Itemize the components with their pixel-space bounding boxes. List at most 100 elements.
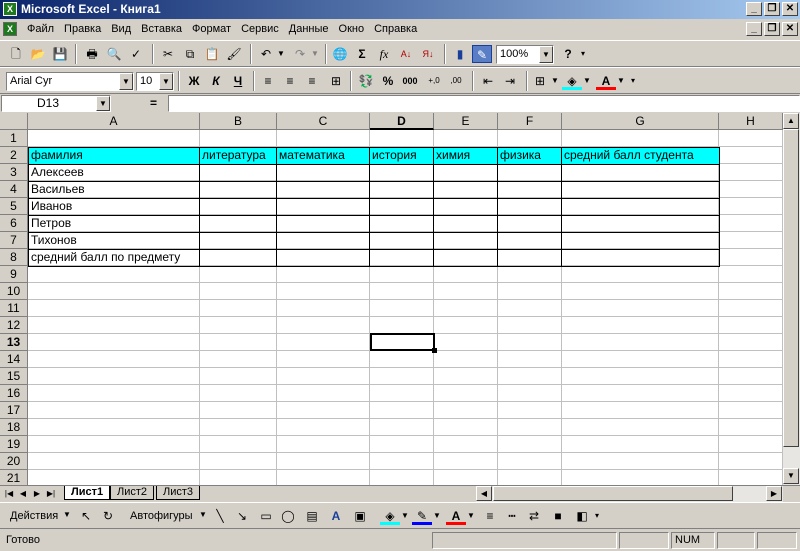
rectangle-icon[interactable]: ▭ bbox=[256, 507, 276, 525]
undo-dropdown-icon[interactable]: ▼ bbox=[276, 45, 286, 63]
fill-color-dropdown-icon[interactable]: ▼ bbox=[582, 72, 592, 90]
spelling-icon[interactable]: ✓ bbox=[126, 45, 146, 63]
row-header[interactable]: 17 bbox=[0, 402, 28, 419]
free-rotate-icon[interactable]: ↻ bbox=[98, 507, 118, 525]
formula-equals-icon[interactable]: = bbox=[150, 96, 157, 110]
restore-button[interactable]: ❐ bbox=[764, 2, 780, 16]
hyperlink-icon[interactable]: 🌐 bbox=[330, 45, 350, 63]
column-header-a[interactable]: A bbox=[28, 113, 200, 130]
zoom-dropdown-icon[interactable]: ▼ bbox=[539, 46, 553, 63]
italic-button[interactable]: К bbox=[206, 72, 226, 90]
row-header[interactable]: 4 bbox=[0, 181, 28, 198]
name-box[interactable]: D13 ▼ bbox=[1, 95, 111, 112]
borders-icon[interactable]: ⊞ bbox=[530, 72, 550, 90]
row-header[interactable]: 9 bbox=[0, 266, 28, 283]
cell-a6[interactable]: Петров bbox=[29, 215, 199, 232]
minimize-button[interactable]: _ bbox=[746, 2, 762, 16]
draw-font-color-icon[interactable]: A bbox=[446, 507, 466, 525]
close-button[interactable]: ✕ bbox=[782, 2, 798, 16]
align-center-icon[interactable]: ≡ bbox=[280, 72, 300, 90]
menu-insert[interactable]: Вставка bbox=[136, 23, 187, 35]
undo-icon[interactable]: ↶ bbox=[256, 45, 276, 63]
font-color-dropdown-icon[interactable]: ▼ bbox=[616, 72, 626, 90]
row-header[interactable]: 6 bbox=[0, 215, 28, 232]
zoom-select[interactable]: 100% ▼ bbox=[496, 45, 554, 64]
row-header[interactable]: 15 bbox=[0, 368, 28, 385]
cell-a7[interactable]: Тихонов bbox=[29, 232, 199, 249]
align-left-icon[interactable]: ≡ bbox=[258, 72, 278, 90]
draw-options-icon[interactable]: ▾ bbox=[592, 507, 602, 525]
percent-button[interactable]: % bbox=[378, 72, 398, 90]
save-icon[interactable]: 💾 bbox=[50, 45, 70, 63]
first-sheet-icon[interactable]: |◀ bbox=[2, 486, 16, 501]
cell-a3[interactable]: Алексеев bbox=[29, 164, 199, 181]
autosum-icon[interactable]: Σ bbox=[352, 45, 372, 63]
cell-a8[interactable]: средний балл по предмету bbox=[29, 249, 199, 266]
format-painter-icon[interactable]: 🖌 bbox=[224, 45, 244, 63]
cut-icon[interactable]: ✂ bbox=[158, 45, 178, 63]
cell-a2[interactable]: фамилия bbox=[29, 147, 199, 164]
scroll-up-icon[interactable]: ▲ bbox=[783, 113, 799, 129]
open-icon[interactable]: 📂 bbox=[28, 45, 48, 63]
clipart-icon[interactable]: ▣ bbox=[350, 507, 370, 525]
redo-dropdown-icon[interactable]: ▼ bbox=[310, 45, 320, 63]
row-header[interactable]: 5 bbox=[0, 198, 28, 215]
next-sheet-icon[interactable]: ▶ bbox=[30, 486, 44, 501]
line-style-icon[interactable]: ≡ bbox=[480, 507, 500, 525]
textbox-icon[interactable]: ▤ bbox=[302, 507, 322, 525]
row-header[interactable]: 13 bbox=[0, 334, 28, 351]
menu-window[interactable]: Окно bbox=[334, 23, 370, 35]
row-header[interactable]: 7 bbox=[0, 232, 28, 249]
scroll-down-icon[interactable]: ▼ bbox=[783, 468, 799, 484]
column-header-d[interactable]: D bbox=[370, 113, 434, 130]
function-icon[interactable]: fx bbox=[374, 45, 394, 63]
copy-icon[interactable]: ⧉ bbox=[180, 45, 200, 63]
paste-icon[interactable]: 📋 bbox=[202, 45, 222, 63]
workbook-minimize-button[interactable]: _ bbox=[746, 22, 762, 36]
increase-indent-icon[interactable]: ⇥ bbox=[500, 72, 520, 90]
sort-descending-icon[interactable]: Я↓ bbox=[418, 45, 438, 63]
column-header-g[interactable]: G bbox=[562, 113, 719, 130]
cell-d2[interactable]: история bbox=[370, 147, 433, 164]
thousands-button[interactable]: 000 bbox=[400, 72, 420, 90]
increase-decimal-icon[interactable]: +,0 bbox=[424, 72, 444, 90]
active-cell-d13[interactable] bbox=[370, 333, 435, 351]
sheet-tab-3[interactable]: Лист3 bbox=[156, 486, 201, 500]
menu-tools[interactable]: Сервис bbox=[236, 23, 284, 35]
menu-file[interactable]: Файл bbox=[22, 23, 59, 35]
workbook-icon[interactable]: X bbox=[3, 22, 17, 36]
redo-icon[interactable]: ↷ bbox=[290, 45, 310, 63]
row-header[interactable]: 10 bbox=[0, 283, 28, 300]
line-color-icon[interactable]: ✎ bbox=[412, 507, 432, 525]
scroll-left-icon[interactable]: ◀ bbox=[476, 486, 492, 501]
vertical-scrollbar[interactable]: ▲ ▼ bbox=[783, 113, 800, 485]
new-icon[interactable]: 🗋 bbox=[6, 45, 26, 63]
arrow-icon[interactable]: ↘ bbox=[232, 507, 252, 525]
dash-style-icon[interactable]: ┅ bbox=[502, 507, 522, 525]
print-icon[interactable]: 🖶 bbox=[82, 45, 102, 63]
cell-b2[interactable]: литература bbox=[200, 147, 276, 164]
actions-menu[interactable]: Действия bbox=[10, 510, 58, 522]
column-header-h[interactable]: H bbox=[719, 113, 783, 130]
font-select[interactable]: Arial Cyr ▼ bbox=[6, 72, 134, 91]
row-header[interactable]: 14 bbox=[0, 351, 28, 368]
column-header-f[interactable]: F bbox=[498, 113, 562, 130]
fill-color-icon[interactable]: ◈ bbox=[562, 72, 582, 90]
actions-dropdown-icon[interactable]: ▼ bbox=[63, 510, 71, 519]
oval-icon[interactable]: ◯ bbox=[278, 507, 298, 525]
autoshapes-menu[interactable]: Автофигуры bbox=[130, 510, 193, 522]
underline-button[interactable]: Ч bbox=[228, 72, 248, 90]
column-header-c[interactable]: C bbox=[277, 113, 370, 130]
menu-data[interactable]: Данные bbox=[284, 23, 334, 35]
borders-dropdown-icon[interactable]: ▼ bbox=[550, 72, 560, 90]
font-dropdown-icon[interactable]: ▼ bbox=[119, 73, 133, 90]
arrow-style-icon[interactable]: ⇄ bbox=[524, 507, 544, 525]
shadow-icon[interactable]: ■ bbox=[548, 507, 568, 525]
row-header[interactable]: 2 bbox=[0, 147, 28, 164]
column-header-e[interactable]: E bbox=[434, 113, 498, 130]
row-header[interactable]: 19 bbox=[0, 436, 28, 453]
row-header[interactable]: 8 bbox=[0, 249, 28, 266]
formula-input[interactable] bbox=[168, 95, 800, 112]
horizontal-scroll-thumb[interactable] bbox=[493, 486, 733, 501]
spreadsheet-grid[interactable]: A B C D E F G H 1 2 3 4 5 6 7 8 9 10 11 … bbox=[0, 113, 783, 485]
